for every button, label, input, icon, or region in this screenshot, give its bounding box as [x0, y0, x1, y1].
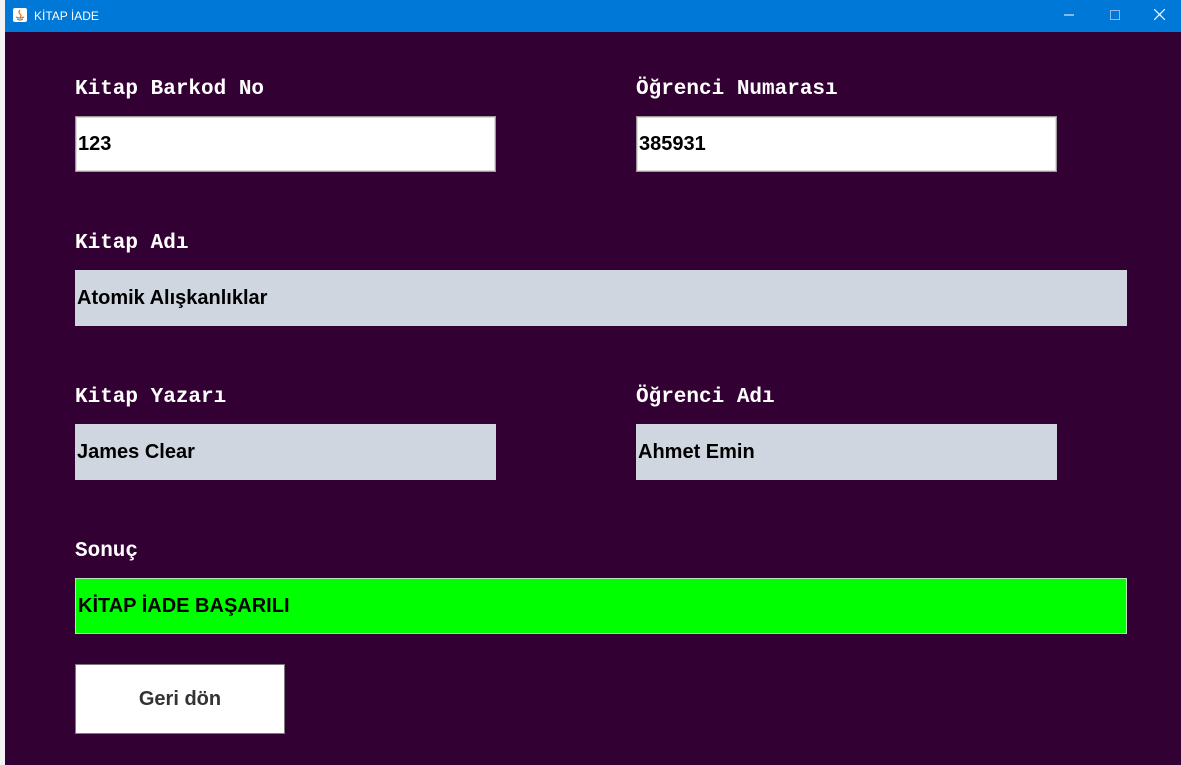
- barcode-label: Kitap Barkod No: [75, 78, 265, 101]
- book-author-label: Kitap Yazarı: [75, 386, 227, 409]
- close-icon: [1153, 7, 1165, 25]
- minimize-button[interactable]: [1046, 0, 1092, 32]
- book-author-field: James Clear: [75, 424, 496, 480]
- back-button[interactable]: Geri dön: [75, 664, 285, 734]
- window-title: KİTAP İADE: [34, 9, 99, 23]
- result-label: Sonuç: [75, 540, 139, 563]
- book-title-label: Kitap Adı: [75, 232, 189, 255]
- student-name-field: Ahmet Emin: [636, 424, 1057, 480]
- student-number-input[interactable]: 385931: [636, 116, 1057, 172]
- java-app-icon: [13, 8, 27, 22]
- result-status-field: KİTAP İADE BAŞARILI: [75, 578, 1127, 634]
- minimize-icon: [1064, 7, 1074, 25]
- student-name-label: Öğrenci Adı: [636, 386, 775, 409]
- title-bar: KİTAP İADE: [5, 0, 1181, 32]
- student-number-label: Öğrenci Numarası: [636, 78, 838, 101]
- maximize-icon: [1110, 7, 1120, 25]
- app-window: KİTAP İADE Kitap Barkod No 123 Öğrenci N…: [5, 0, 1181, 765]
- maximize-button[interactable]: [1092, 0, 1138, 32]
- book-title-field: Atomik Alışkanlıklar: [75, 270, 1127, 326]
- close-button[interactable]: [1137, 0, 1181, 32]
- barcode-input[interactable]: 123: [75, 116, 496, 172]
